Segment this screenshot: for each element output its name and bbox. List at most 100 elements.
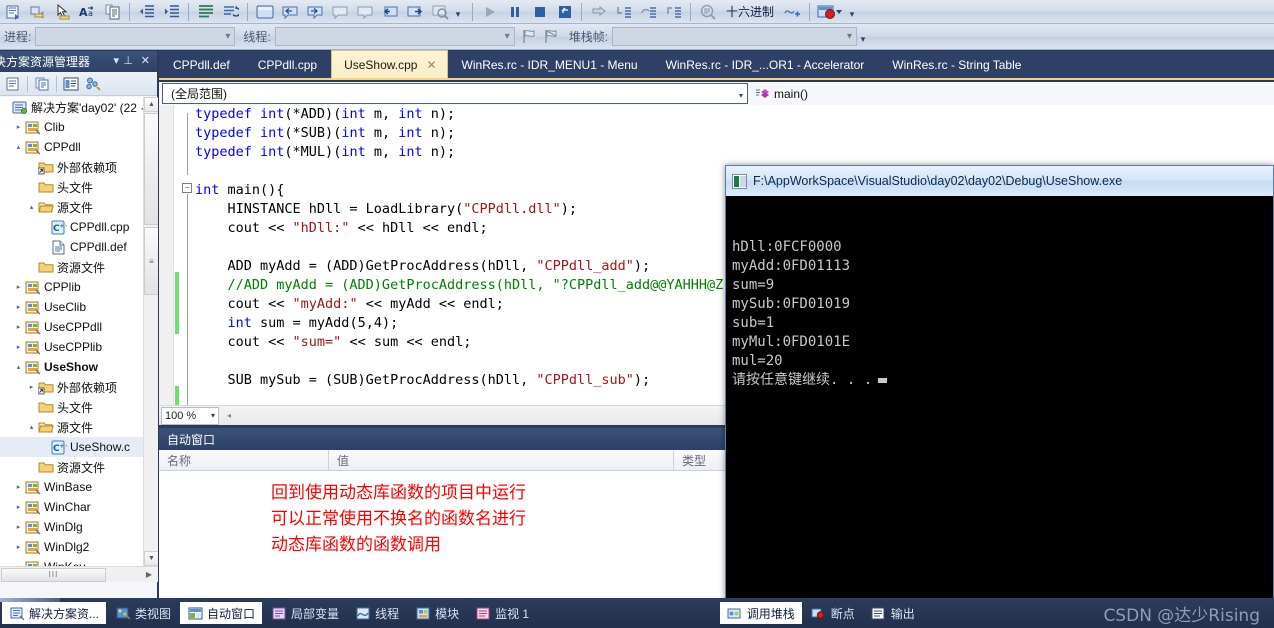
tree-item-[interactable]: 外部依赖项: [0, 157, 158, 177]
process-combo[interactable]: ▾: [35, 27, 236, 46]
tree-expander-icon[interactable]: ▸: [13, 317, 24, 337]
tree-item-useshow[interactable]: ▴ UseShow: [0, 357, 158, 377]
tree-expander-icon[interactable]: ▴: [26, 417, 37, 437]
tree-expander-icon[interactable]: ▸: [13, 337, 24, 357]
bottom-tab-modules[interactable]: 模块: [408, 602, 466, 624]
tree-hscroll-right-arrow-icon[interactable]: ▶: [140, 570, 158, 579]
tree-item-useshow.c[interactable]: C++UseShow.c: [0, 437, 158, 457]
bottom-tab-callstack[interactable]: 调用堆栈: [719, 602, 802, 624]
find-symbol-icon[interactable]: [428, 1, 451, 23]
tree-expander-icon[interactable]: ▸: [13, 277, 24, 297]
previous-bookmark-icon[interactable]: [328, 1, 351, 23]
bottom-tab-solution-explorer[interactable]: 解决方案资...: [2, 602, 107, 624]
toolbar2-overflow-icon[interactable]: ▾: [857, 26, 869, 48]
undo-navigation-icon[interactable]: [219, 1, 242, 23]
document-tab-cppdll.def[interactable]: CPPdll.def: [159, 51, 244, 78]
bottom-tab-watch[interactable]: 监视 1: [468, 602, 536, 624]
document-tab-winres.rc-stringtable[interactable]: WinRes.rc - String Table: [878, 51, 1035, 78]
solexp-pin-icon[interactable]: ⊥: [123, 54, 133, 67]
disassembly-icon[interactable]: [696, 1, 719, 23]
step-into-icon[interactable]: [26, 1, 49, 23]
tree-item-windlg[interactable]: ▸ WinDlg: [0, 517, 158, 537]
tree-expander-icon[interactable]: ▸: [13, 477, 24, 497]
tree-expander-icon[interactable]: ▸: [26, 377, 37, 397]
next-bookmark-icon[interactable]: [353, 1, 376, 23]
increase-indent-icon[interactable]: [160, 1, 183, 23]
solexp-close-icon[interactable]: ✕: [141, 54, 150, 67]
tree-expander-icon[interactable]: ▸: [13, 497, 24, 517]
breakpoint-window-icon[interactable]: [815, 1, 845, 23]
tree-expander-icon[interactable]: ▸: [13, 297, 24, 317]
tree-item-[interactable]: 资源文件: [0, 457, 158, 477]
show-next-statement-btn-icon[interactable]: [587, 1, 610, 23]
break-all-icon[interactable]: [503, 1, 526, 23]
tree-item-winchar[interactable]: ▸ WinChar: [0, 497, 158, 517]
tree-item-cpplib[interactable]: ▸ CPPlib: [0, 277, 158, 297]
continue-icon[interactable]: [478, 1, 501, 23]
decrease-indent-icon[interactable]: [135, 1, 158, 23]
solexp-dropdown-icon[interactable]: ▾: [113, 54, 119, 67]
navigate-forward-icon[interactable]: [303, 1, 326, 23]
clear-bookmarks-icon[interactable]: [403, 1, 426, 23]
bottom-tab-threads[interactable]: 线程: [348, 602, 406, 624]
tree-expander-icon[interactable]: ▸: [13, 517, 24, 537]
pointer-select-icon[interactable]: [51, 1, 74, 23]
navigate-backward-icon[interactable]: [278, 1, 301, 23]
tree-expander-icon[interactable]: ▴: [13, 357, 24, 377]
view-code-icon[interactable]: [60, 74, 82, 94]
tree-item-[interactable]: 头文件: [0, 397, 158, 417]
toolbar1-overflow-icon[interactable]: ▾: [452, 1, 464, 23]
bottom-tab-breakpoints[interactable]: 断点: [804, 602, 862, 624]
tree-item-winbase[interactable]: ▸ WinBase: [0, 477, 158, 497]
new-window-icon[interactable]: [253, 1, 276, 23]
tree-expander-icon[interactable]: ▸: [13, 117, 24, 137]
tree-item-useclib[interactable]: ▸ UseClib: [0, 297, 158, 317]
toggle-all-bookmarks-icon[interactable]: [378, 1, 401, 23]
tree-item-clib[interactable]: ▸ Clib: [0, 117, 158, 137]
solution-tree[interactable]: 解决方案'day02' (22 · ▸ Clib ▴ CPPdll 外部依赖项 头文件 ▴ 源文…: [0, 97, 158, 582]
show-next-statement-icon[interactable]: [1, 1, 24, 23]
tree-item-usecppdll[interactable]: ▸ UseCPPdll: [0, 317, 158, 337]
bottom-tab-output[interactable]: 输出: [864, 602, 922, 624]
console-titlebar[interactable]: F:\AppWorkSpace\VisualStudio\day02\day02…: [726, 166, 1273, 196]
editor-zoom-control[interactable]: 100 % ▾: [161, 406, 219, 425]
tree-expander-icon[interactable]: ▴: [26, 197, 37, 217]
properties-window-icon[interactable]: [2, 74, 24, 94]
document-tab-winres.rc-idr_...or1-accelerator[interactable]: WinRes.rc - IDR_...OR1 - Accelerator: [652, 51, 879, 78]
stackframe-combo[interactable]: ▾: [612, 27, 858, 46]
hex-display-button[interactable]: 十六进制: [720, 3, 780, 20]
unflag-thread-icon[interactable]: [541, 26, 563, 48]
comment-selection-icon[interactable]: [101, 1, 124, 23]
document-tab-useshow.cpp[interactable]: UseShow.cpp ✕: [331, 50, 448, 78]
tree-expander-icon[interactable]: ▴: [13, 137, 24, 157]
tree-item-usecpplib[interactable]: ▸ UseCPPlib: [0, 337, 158, 357]
toggle-case-icon[interactable]: A a: [76, 1, 99, 23]
console-window[interactable]: F:\AppWorkSpace\VisualStudio\day02\day02…: [725, 165, 1274, 605]
class-view-icon[interactable]: [82, 74, 104, 94]
tree-hscroll-thumb[interactable]: III: [1, 567, 106, 582]
step-over-btn-icon[interactable]: [637, 1, 660, 23]
tree-item-[interactable]: ▴ 源文件: [0, 197, 158, 217]
tree-vertical-scrollbar[interactable]: ▲ ≡ ▼: [143, 97, 158, 582]
console-output[interactable]: hDll:0FCF0000 myAdd:0FD01113 sum=9 mySub:0F…: [726, 196, 1273, 604]
tree-horizontal-scrollbar[interactable]: III ▶: [0, 566, 158, 582]
tree-scroll-thumb[interactable]: ≡: [144, 227, 158, 295]
document-tab-winres.rc-idr_menu1-menu[interactable]: WinRes.rc - IDR_MENU1 - Menu: [448, 51, 652, 78]
tree-item-[interactable]: ▸ 外部依赖项: [0, 377, 158, 397]
tree-item-cppdll.cpp[interactable]: C++CPPdll.cpp: [0, 217, 158, 237]
tree-item-windlg2[interactable]: ▸ WinDlg2: [0, 537, 158, 557]
bottom-tab-autos[interactable]: 自动窗口: [180, 602, 263, 624]
toolbar1-overflow2-icon[interactable]: ▾: [846, 1, 858, 23]
tree-item-cppdll.def[interactable]: CPPdll.def: [0, 237, 158, 257]
tree-item-[interactable]: ▴ 源文件: [0, 417, 158, 437]
editor-gutter[interactable]: [159, 105, 174, 412]
thread-combo[interactable]: ▾: [274, 27, 515, 46]
tree-item-cppdll[interactable]: ▴ CPPdll: [0, 137, 158, 157]
format-document-icon[interactable]: [194, 1, 217, 23]
member-dropdown[interactable]: main(): [750, 83, 1274, 104]
editor-outlining-margin[interactable]: −: [181, 105, 195, 412]
flag-thread-icon[interactable]: [519, 26, 541, 48]
show-all-files-icon[interactable]: [31, 74, 53, 94]
step-out-btn-icon[interactable]: [662, 1, 685, 23]
tree-item-[interactable]: 头文件: [0, 177, 158, 197]
